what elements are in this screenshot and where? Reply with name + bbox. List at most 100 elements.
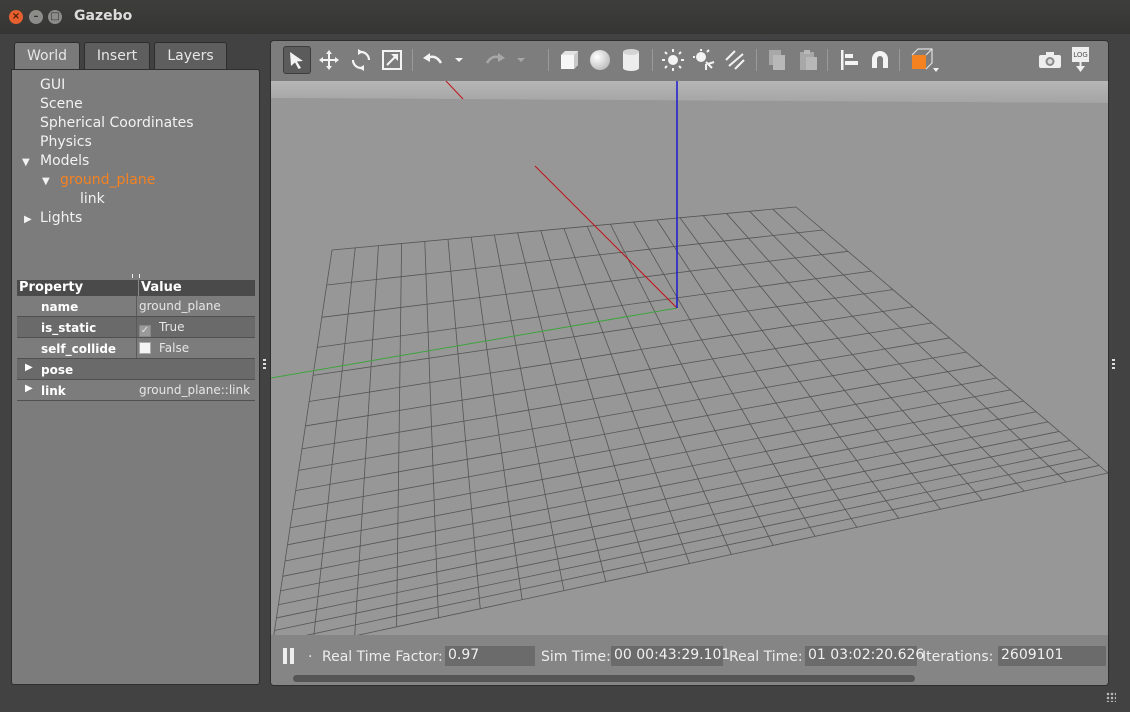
simulation-status-bar: . Real Time Factor: 0.97 Sim Time: 00 00… — [271, 635, 1108, 685]
insert-box-button[interactable] — [555, 46, 583, 74]
expand-arrow-icon[interactable]: ▼ — [42, 176, 60, 187]
insert-cylinder-button[interactable] — [617, 46, 645, 74]
sphere-icon — [590, 50, 610, 70]
tree-item-label: link — [80, 191, 105, 207]
tree-item-label: Lights — [40, 210, 83, 226]
log-label: LOG — [1073, 51, 1088, 59]
rotate-mode-button[interactable] — [347, 46, 375, 74]
tree-item-link[interactable]: link — [80, 191, 105, 210]
property-column-header: Property — [19, 280, 84, 295]
window-resize-grip[interactable] — [1106, 692, 1116, 702]
property-row-name[interactable]: name ground_plane — [17, 296, 255, 317]
real-time-value: 01 03:02:20.626 — [805, 646, 924, 666]
window-minimize-button[interactable]: – — [29, 10, 43, 24]
tree-item-gui[interactable]: GUI — [40, 77, 65, 96]
real-time-factor-label: Real Time Factor: — [322, 649, 443, 665]
scene-toolbar: LOG — [271, 41, 1108, 81]
window-close-button[interactable]: × — [9, 10, 23, 24]
self-collide-checkbox[interactable] — [139, 342, 151, 354]
undo-button[interactable] — [419, 46, 447, 74]
property-row-self-collide[interactable]: self_collide False — [17, 338, 255, 359]
insert-point-light-button[interactable] — [659, 46, 687, 74]
toolbar-separator — [652, 49, 653, 71]
screenshot-icon — [1039, 52, 1061, 68]
tree-item-label: Physics — [40, 134, 92, 150]
tree-item-lights[interactable]: ▶ Lights — [24, 210, 82, 229]
property-key: pose — [41, 363, 74, 377]
screenshot-button[interactable] — [1036, 46, 1064, 74]
insert-sphere-button[interactable] — [586, 46, 614, 74]
splitter-handle[interactable] — [132, 274, 140, 278]
scene-canvas — [271, 80, 1108, 655]
real-time-factor-value: 0.97 — [445, 646, 535, 666]
sim-time-value: 00 00:43:29.101 — [611, 646, 730, 666]
copy-button[interactable] — [763, 46, 791, 74]
property-row-pose[interactable]: ▶ pose — [17, 359, 255, 380]
tree-item-spherical-coordinates[interactable]: Spherical Coordinates — [40, 115, 194, 134]
undo-icon — [423, 53, 443, 64]
tree-item-models[interactable]: ▼ Models — [22, 153, 89, 172]
property-key: link — [41, 384, 66, 398]
box-icon — [561, 51, 578, 69]
paste-button[interactable] — [794, 46, 822, 74]
toolbar-separator — [548, 49, 549, 71]
scale-mode-button[interactable] — [378, 46, 406, 74]
horizontal-scrollbar[interactable] — [293, 675, 915, 682]
undo-history-dropdown[interactable] — [451, 46, 467, 74]
world-panel: GUI Scene Spherical Coordinates Physics … — [11, 69, 260, 685]
iterations-label: Iterations: — [922, 649, 994, 665]
property-value: ground_plane::link — [139, 383, 251, 397]
tree-item-scene[interactable]: Scene — [40, 96, 83, 115]
scene-view-panel: LOG . Real Time Factor: 0.97 Sim Time: 0… — [270, 40, 1109, 686]
paste-icon — [800, 50, 817, 70]
tree-item-ground-plane[interactable]: ▼ ground_plane — [42, 172, 155, 191]
window-titlebar: × – □ Gazebo — [0, 0, 1130, 34]
view-angle-button[interactable] — [905, 46, 943, 74]
log-button[interactable]: LOG — [1067, 46, 1095, 74]
property-key: is_static — [41, 321, 97, 335]
insert-spot-light-button[interactable] — [690, 46, 718, 74]
tree-item-label: Spherical Coordinates — [40, 115, 194, 131]
pause-icon[interactable] — [282, 648, 296, 664]
tree-item-label: Models — [40, 153, 90, 169]
checkbox-label: True — [159, 320, 185, 334]
collapse-arrow-icon[interactable]: ▶ — [24, 214, 40, 225]
select-mode-button[interactable] — [283, 46, 311, 74]
redo-history-dropdown[interactable] — [513, 46, 529, 74]
snap-icon — [872, 51, 888, 68]
value-column-header: Value — [138, 280, 182, 296]
redo-dropdown-icon — [517, 58, 525, 62]
tree-item-physics[interactable]: Physics — [40, 134, 92, 153]
tree-item-label: GUI — [40, 77, 66, 93]
is-static-checkbox[interactable]: ✓ — [139, 325, 151, 337]
align-icon — [841, 50, 858, 70]
tab-layers[interactable]: Layers — [154, 42, 227, 70]
cylinder-icon — [623, 49, 639, 71]
redo-button[interactable] — [481, 46, 509, 74]
align-button[interactable] — [835, 46, 863, 74]
3d-scene-viewport[interactable] — [271, 80, 1108, 655]
tab-world[interactable]: World — [14, 42, 80, 71]
insert-directional-light-button[interactable] — [721, 46, 749, 74]
left-panel-collapse-handle[interactable] — [263, 359, 266, 369]
expand-arrow-icon[interactable]: ▼ — [22, 157, 40, 168]
translate-mode-button[interactable] — [315, 46, 343, 74]
property-row-link[interactable]: ▶ link ground_plane::link — [17, 380, 255, 401]
iterations-value: 2609101 — [998, 646, 1106, 666]
tab-insert[interactable]: Insert — [84, 42, 150, 70]
right-panel-collapse-handle[interactable] — [1112, 359, 1115, 369]
spot-light-icon — [693, 49, 715, 70]
step-button[interactable]: . — [308, 645, 312, 661]
tree-item-label: ground_plane — [60, 172, 156, 188]
property-row-is-static[interactable]: is_static ✓ True — [17, 317, 255, 338]
copy-icon — [769, 50, 785, 70]
toolbar-separator — [827, 49, 828, 71]
column-divider — [136, 317, 137, 337]
expand-arrow-icon[interactable]: ▶ — [25, 362, 33, 373]
sim-time-label: Sim Time: — [541, 649, 611, 665]
window-maximize-button[interactable]: □ — [48, 10, 62, 24]
window-title: Gazebo — [74, 8, 133, 24]
column-divider — [136, 338, 137, 358]
snap-button[interactable] — [866, 46, 894, 74]
expand-arrow-icon[interactable]: ▶ — [25, 383, 33, 394]
